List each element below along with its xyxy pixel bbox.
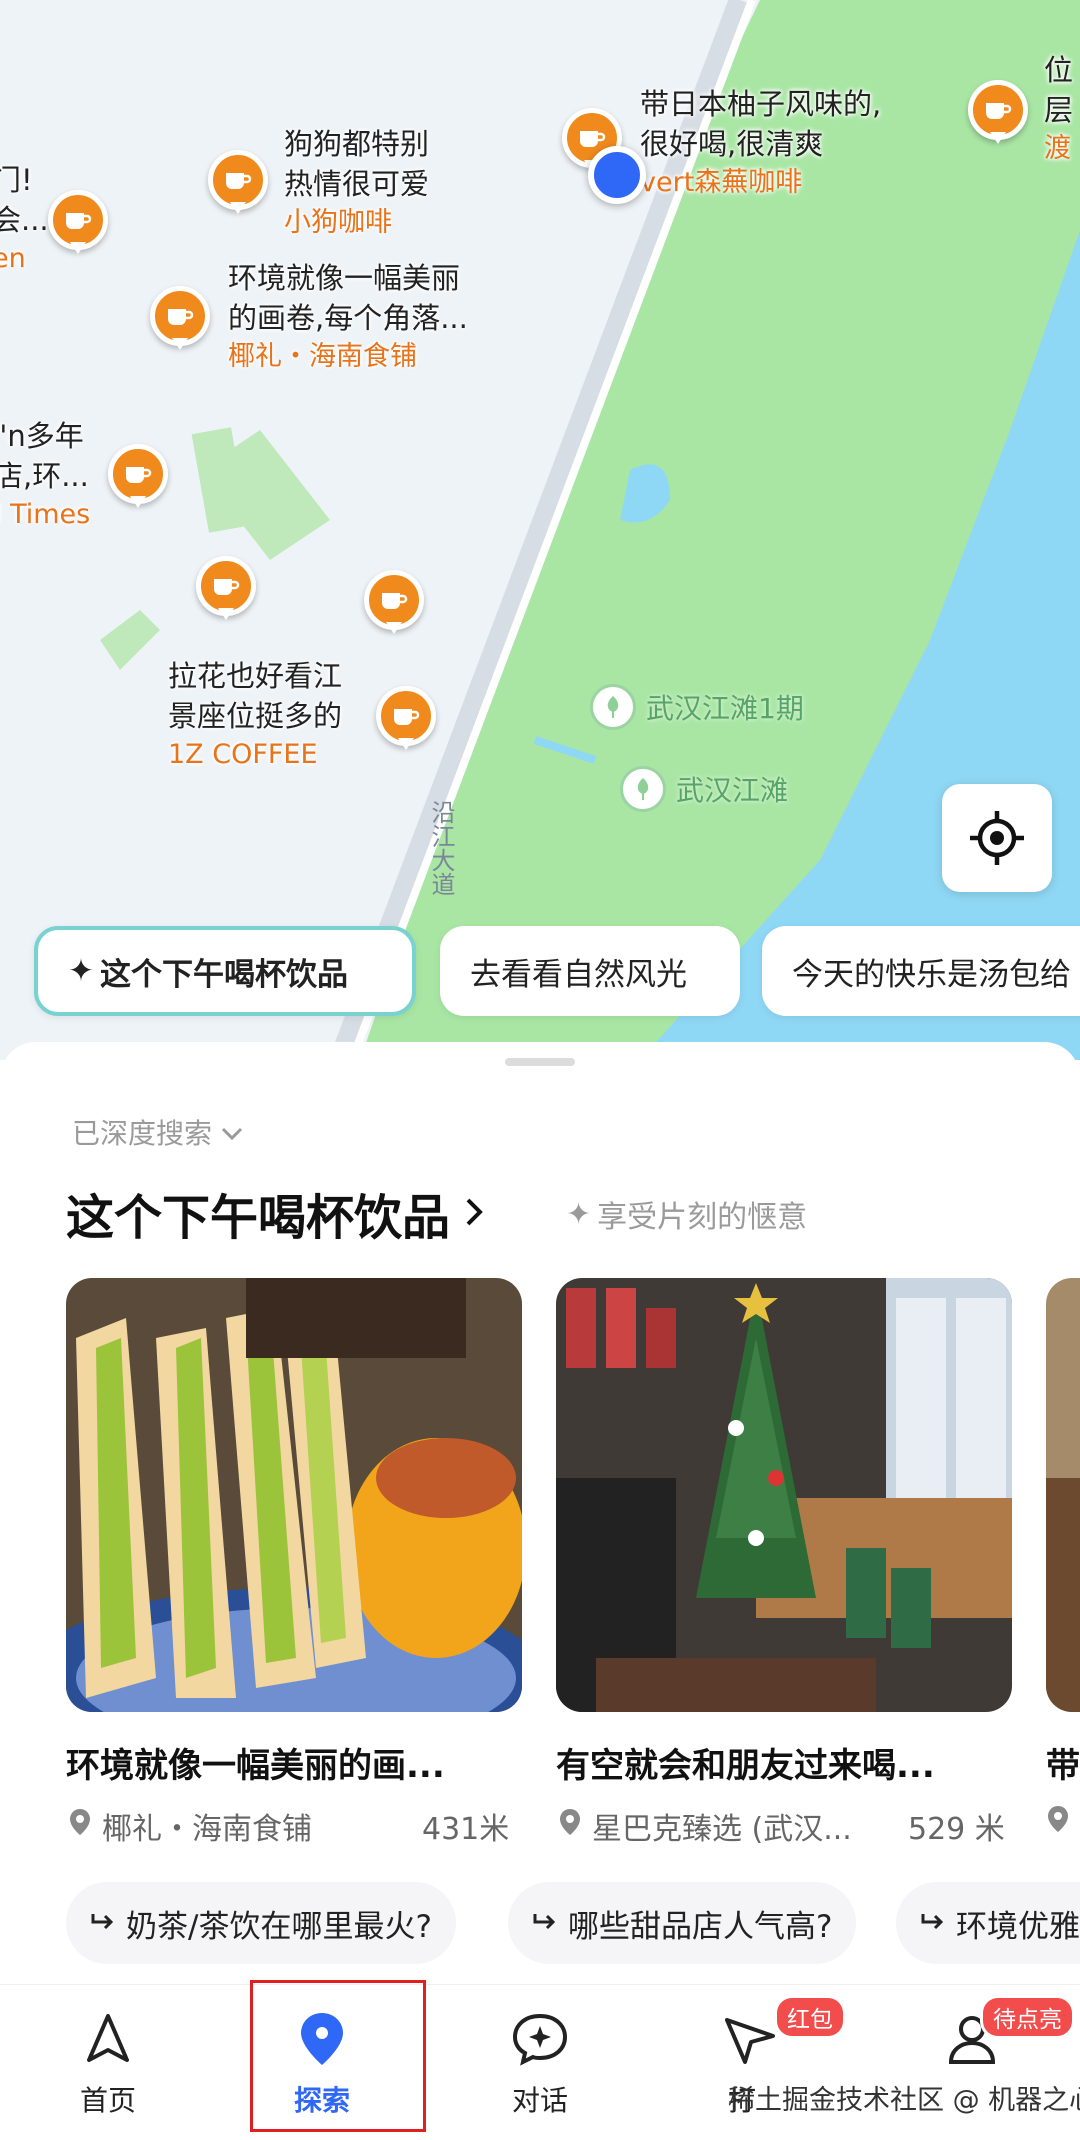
coffee-pin-icon[interactable] [48, 190, 108, 260]
poi-snippet-line: 狗狗都特别 [284, 127, 430, 161]
card-place [1046, 1804, 1070, 1842]
poi-name: vert森蕪咖啡 [640, 167, 803, 198]
chip-label: 这个下午喝杯饮品 [99, 956, 348, 993]
locate-me-button[interactable] [942, 784, 1052, 892]
suggestion-chip[interactable]: 今天的快乐是汤包给 [762, 926, 1080, 1016]
tab-home[interactable]: 首页 [28, 1985, 188, 2140]
poi-snippet-line: 的画卷,每个角落... [228, 301, 468, 335]
suggestion-chip[interactable]: 去看看自然风光 [440, 926, 740, 1016]
card-title[interactable]: 带 [1046, 1738, 1080, 1787]
sparkle-icon: ✦ [566, 1196, 592, 1232]
question-chip[interactable]: 奶茶/茶饮在哪里最火? [66, 1882, 456, 1964]
question-chip[interactable]: 哪些甜品店人气高? [508, 1882, 857, 1964]
card-place: 椰礼・海南食铺 [68, 1804, 312, 1848]
poi-snippet-line: 层 [1044, 93, 1074, 127]
card-distance: 431米 [422, 1812, 510, 1847]
poi-snippet-line: "n多年 [0, 419, 84, 453]
park-label-text: 武汉江滩1期 [646, 692, 804, 725]
park-label[interactable]: 武汉江滩 [620, 766, 788, 812]
status-badge: 待点亮 [980, 1995, 1075, 2039]
suggestion-chip[interactable]: ✦ 这个下午喝杯饮品 [34, 926, 416, 1016]
coffee-pin-icon[interactable] [150, 286, 210, 356]
card-title[interactable]: 环境就像一幅美丽的画... [66, 1738, 445, 1787]
poi-name: 渡 [1044, 133, 1071, 164]
poi-snippet-line: 很好喝,很清爽 [640, 127, 824, 161]
card-image-sandwich[interactable] [66, 1278, 522, 1712]
poi-name: 小狗咖啡 [284, 207, 392, 238]
reply-arrow-icon [532, 1905, 558, 1941]
coffee-pin-icon[interactable] [364, 570, 424, 640]
card-distance: 529 米 [908, 1812, 1005, 1847]
section-subtitle-text: 享受片刻的惬意 [597, 1200, 808, 1235]
park-label-text: 武汉江滩 [676, 774, 789, 807]
section-title-text: 这个下午喝杯饮品 [66, 1190, 451, 1246]
watermark: 稀土掘金技术社区 @ 机器之心 [728, 2085, 1080, 2116]
poi-snippet-line: 会... [0, 203, 49, 237]
poi-snippet-line: 位 [1044, 53, 1074, 87]
poi-name: 1Z COFFEE [168, 739, 318, 770]
deep-search-toggle[interactable]: 已深度搜索 [72, 1112, 244, 1152]
road-label: 沿江大道 [427, 800, 455, 896]
chevron-down-icon [220, 1116, 244, 1149]
coffee-pin-icon[interactable] [108, 444, 168, 514]
poi-snippet-line: 拉花也好看江 [168, 659, 343, 693]
card-image-cafe-interior[interactable] [556, 1278, 1012, 1712]
sheet-drag-handle[interactable] [505, 1058, 575, 1066]
poi-snippet-line: 门! [0, 163, 33, 197]
question-text: 奶茶/茶饮在哪里最火? [126, 1908, 432, 1945]
tab-label: 对话 [511, 2084, 568, 2117]
poi-snippet-line: 热情很可爱 [284, 167, 430, 201]
park-tree-icon [620, 766, 666, 812]
poi-name: en [0, 243, 26, 274]
poi-snippet-line: 环境就像一幅美丽 [228, 261, 461, 295]
section-subtitle: ✦ 享受片刻的惬意 [566, 1192, 807, 1236]
map-view[interactable]: 门! 会... en 狗狗都特别 热情很可爱 小狗咖啡 带日本柚子风味的, 很好… [0, 0, 1080, 1060]
park-label[interactable]: 武汉江滩1期 [590, 684, 804, 730]
coffee-pin-icon[interactable] [376, 686, 436, 756]
current-location-dot-icon [588, 146, 646, 204]
location-pin-icon [68, 1807, 92, 1845]
poi-snippet-line: 带日本柚子风味的, [640, 87, 882, 121]
send-icon [723, 2011, 777, 2067]
chip-label: 去看看自然风光 [470, 956, 687, 993]
card-place-name: 星巴克臻选 (武汉... [592, 1812, 852, 1847]
card-place: 星巴克臻选 (武汉... [558, 1804, 852, 1848]
poi-name: 椰礼・海南食铺 [228, 341, 417, 372]
coffee-pin-icon[interactable] [208, 150, 268, 220]
chat-bubble-icon [511, 2011, 569, 2067]
poi-name: l Times [0, 499, 91, 530]
park-tree-icon [590, 684, 636, 730]
question-text: 哪些甜品店人气高? [568, 1908, 833, 1945]
crosshair-icon [970, 811, 1024, 865]
coffee-pin-icon[interactable] [968, 80, 1028, 150]
question-text: 环境优雅 [956, 1908, 1080, 1945]
poi-snippet-line: 景座位挺多的 [168, 699, 343, 733]
deep-search-label: 已深度搜索 [72, 1117, 213, 1150]
question-chip[interactable]: 环境优雅 [896, 1882, 1080, 1964]
chevron-right-icon [462, 1185, 486, 1241]
tab-label: 首页 [79, 2084, 136, 2117]
red-packet-badge: 红包 [774, 1995, 846, 2039]
reply-arrow-icon [920, 1905, 946, 1941]
tab-chat[interactable]: 对话 [460, 1985, 620, 2140]
chip-label: 今天的快乐是汤包给 [792, 956, 1071, 993]
card-title[interactable]: 有空就会和朋友过来喝... [556, 1738, 935, 1787]
card-place-name: 椰礼・海南食铺 [102, 1812, 312, 1847]
navigate-arrow-icon [83, 2011, 133, 2067]
coffee-pin-icon[interactable] [196, 556, 256, 626]
sparkle-icon: ✦ [68, 953, 94, 989]
map-background [0, 0, 1080, 1060]
reply-arrow-icon [90, 1905, 116, 1941]
selection-highlight-box [250, 1980, 426, 2132]
location-pin-icon [558, 1807, 582, 1845]
section-title[interactable]: 这个下午喝杯饮品 [66, 1178, 486, 1248]
location-pin-icon [1046, 1804, 1070, 1842]
poi-snippet-line: 店,环... [0, 459, 89, 493]
card-image-partial[interactable] [1046, 1278, 1080, 1712]
